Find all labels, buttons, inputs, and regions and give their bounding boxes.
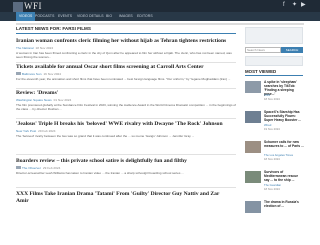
article-divider: [16, 154, 236, 155]
article-divider: [16, 187, 236, 188]
most-viewed-item[interactable]: The drama in Russia's election of ...: [245, 200, 303, 222]
nav-item-video-details[interactable]: VIDEO DETAILS: [77, 12, 104, 21]
most-viewed-divider: [245, 75, 303, 76]
article-source[interactable]: New York Post: [16, 129, 36, 133]
article-meta: Baltimore Sun 16 Nov 2024: [16, 72, 236, 77]
nav-item-podcasts[interactable]: PODCASTS: [35, 12, 54, 21]
article-meta: The Observer 29 Feb 2024: [16, 166, 236, 171]
article-item[interactable]: Boarders review – this private school sa…: [16, 158, 236, 175]
top-bar: [0, 0, 320, 12]
article-meta: Washington Square News 01 Nov 2024: [16, 98, 236, 103]
article-source[interactable]: The Observer: [22, 166, 41, 170]
nav-item-images[interactable]: IMAGES: [119, 12, 133, 21]
article-summary: A woman in Iran has been filmed confront…: [16, 51, 232, 60]
nav-item-events[interactable]: EVENTS: [58, 12, 72, 21]
most-viewed-title-text[interactable]: Survivors of Mediterranean rescue say ..…: [264, 170, 304, 182]
nav-item-videos[interactable]: VIDEOS: [16, 12, 36, 21]
publisher-logo-icon: [16, 72, 21, 76]
most-viewed-date: 18 Nov 2024: [264, 96, 280, 101]
site-logo[interactable]: WFI: [13, 1, 42, 12]
thumbnail-image[interactable]: [245, 81, 261, 93]
section-title: LATEST NEWS FOR: FARSI FILMS: [16, 26, 91, 31]
article-summary: Director-screenwriter Leah Williams has …: [16, 171, 184, 176]
search-button[interactable]: SEARCH: [281, 47, 303, 53]
logo-text: WFI: [24, 1, 42, 11]
article-date: 29 Feb 2024: [42, 165, 61, 170]
most-viewed-date: 18 Nov 2024: [264, 186, 280, 191]
sidebar-ad: [245, 27, 303, 44]
publisher-logo-icon: [16, 166, 21, 170]
article-source[interactable]: Washington Square News: [16, 98, 52, 102]
article-title[interactable]: Iranian woman confronts cleric filming h…: [16, 38, 236, 45]
most-viewed-title-text[interactable]: The drama in Russia's election of ...: [264, 200, 304, 208]
article-meta: The National 18 Nov 2024: [16, 46, 236, 51]
article-date: 18 Nov 2024: [35, 45, 54, 50]
article-source[interactable]: The National: [16, 46, 34, 50]
article-title[interactable]: XXX Films Take Iranian Drama 'Tatami' Fr…: [16, 191, 231, 204]
thumbnail-image[interactable]: [245, 111, 261, 123]
article-divider: [16, 118, 236, 119]
nav-item-bio[interactable]: BIO: [106, 12, 112, 21]
twitter-icon[interactable]: ✦: [292, 2, 297, 9]
search-input[interactable]: Search News: [245, 47, 281, 53]
most-viewed-title-text[interactable]: Schumer calls for new measures to ... of…: [264, 140, 304, 148]
ad-strip: [16, 23, 304, 25]
article-summary: For the eleventh year, the animation and…: [16, 77, 231, 82]
thumbnail-image[interactable]: [245, 171, 261, 183]
article-date: 16 Nov 2024: [43, 71, 61, 76]
thumbnail-image[interactable]: [245, 141, 261, 153]
most-viewed-title: MOST VIEWED: [245, 69, 277, 74]
nav-item-editors[interactable]: EDITORS: [137, 12, 153, 21]
article-title[interactable]: Review: 'Dreams': [16, 90, 236, 97]
thumbnail-image[interactable]: [245, 201, 261, 213]
article-date: 01 Nov 2024: [53, 97, 72, 102]
article-source[interactable]: Baltimore Sun: [22, 72, 41, 76]
most-viewed-item[interactable]: Survivors of Mediterranean rescue say ..…: [245, 170, 303, 192]
article-item[interactable]: Tickets available for annual Oscar short…: [16, 64, 236, 81]
article-date: 29 Feb 2024: [38, 128, 56, 133]
article-item[interactable]: Iranian woman confronts cleric filming h…: [16, 38, 236, 60]
facebook-icon[interactable]: f: [283, 2, 285, 9]
logo-mark-icon: [13, 1, 23, 12]
youtube-icon[interactable]: ▶: [301, 2, 306, 9]
most-viewed-item[interactable]: Schumer calls for new measures to ... of…: [245, 140, 304, 162]
sidebar-ad: [245, 56, 303, 66]
article-title[interactable]: 'Jealous' Triple H breaks his 'beloved' …: [16, 121, 231, 128]
article-title[interactable]: Tickets available for annual Oscar short…: [16, 64, 236, 71]
article-item[interactable]: XXX Films Take Iranian Drama 'Tatami' Fr…: [16, 191, 236, 204]
article-item[interactable]: Review: 'Dreams' Washington Square News 0…: [16, 90, 236, 112]
most-viewed-title-text[interactable]: SpaceX's Starship Has Successfully Flown…: [264, 110, 304, 122]
article-meta: New York Post 29 Feb 2024: [16, 129, 236, 134]
article-summary: The 'beloved' rivalry between the two wa…: [16, 134, 195, 139]
article-title[interactable]: Boarders review – this private school sa…: [16, 158, 236, 165]
article-summary: The film premiered globally at the Sunda…: [16, 103, 237, 112]
article-divider: [16, 88, 236, 89]
article-item[interactable]: 'Jealous' Triple H breaks his 'beloved' …: [16, 121, 236, 138]
section-divider: [16, 33, 236, 34]
most-viewed-item[interactable]: SpaceX's Starship Has Successfully Flown…: [245, 110, 303, 132]
most-viewed-date: 18 Nov 2024: [264, 156, 280, 161]
most-viewed-item[interactable]: A spike in 'sleephaw' searches by TikTok…: [245, 80, 303, 102]
article-divider: [16, 62, 236, 63]
most-viewed-date: 19 Nov 2024: [264, 126, 280, 131]
